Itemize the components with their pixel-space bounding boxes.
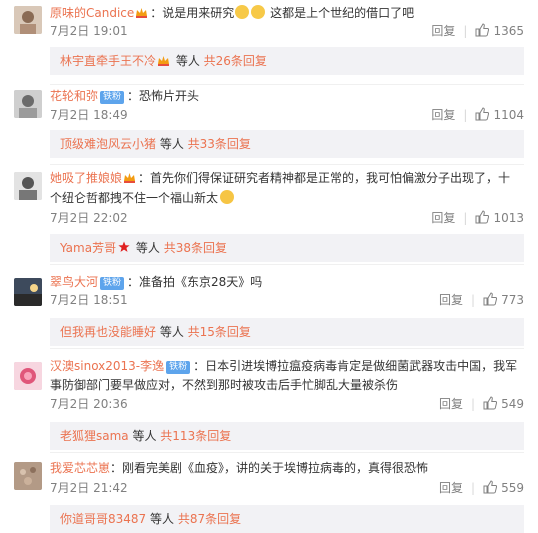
thumb-up-icon[interactable]: [483, 480, 498, 494]
avatar[interactable]: [14, 172, 42, 200]
avatar[interactable]: [14, 362, 42, 390]
thinking-emoji-icon: [220, 190, 235, 204]
reply-summary-text: 等人: [172, 54, 204, 68]
reply-count-link[interactable]: 共38条回复: [164, 241, 227, 255]
comment-text: ：准备拍《东京28天》吗: [127, 275, 263, 289]
username[interactable]: 汉澳sinox2013-李逸: [50, 359, 164, 373]
like-count: 1365: [493, 24, 524, 38]
like-count: 1013: [493, 211, 524, 225]
comment-text: ：首先你们得保证研究者精神都是正常的，我可怕偏激分子出现了，十: [138, 171, 511, 185]
reply-summary-text: 等人: [156, 137, 188, 151]
username[interactable]: 她吸了推娘娘: [50, 171, 122, 185]
like-count: 549: [501, 397, 524, 411]
reply-user[interactable]: 但我再也没能睡好: [60, 325, 156, 339]
fan-badge: 铁粉: [100, 91, 125, 104]
cat-emoji-icon: [235, 5, 250, 19]
comment-text: ：日本引进埃博拉瘟疫病毒肯定是做细菌武器攻击中国，我军: [193, 359, 518, 373]
comment-text-cont: 这都是上个世纪的借口了吧: [266, 6, 415, 20]
crown-icon: [124, 173, 136, 183]
reply-count-link[interactable]: 共26条回复: [204, 54, 267, 68]
avatar[interactable]: [14, 278, 42, 306]
reply-button[interactable]: 回复: [431, 211, 455, 225]
username[interactable]: 花轮和弥: [50, 89, 98, 103]
comment-time: 7月2日 19:01: [50, 24, 128, 38]
reply-summary[interactable]: 林宇直牵手王不冷 等人 共26条回复: [50, 47, 524, 75]
reply-summary-text: 等人: [156, 325, 188, 339]
comment-time: 7月2日 22:02: [50, 211, 128, 225]
comment-text-cont: 事防御部门要早做应对，不然到那时被攻击后手忙脚乱大量被杀伤: [50, 378, 399, 392]
comment-time: 7月2日 20:36: [50, 397, 128, 411]
reply-summary[interactable]: Yama芳哥 等人 共38条回复: [50, 234, 524, 262]
thumb-up-icon[interactable]: [483, 396, 498, 410]
reply-summary-text: 等人: [128, 429, 161, 443]
cat-emoji-icon: [251, 5, 266, 19]
reply-user[interactable]: 顶级难泡风云小猪: [60, 137, 156, 151]
reply-count-link[interactable]: 共87条回复: [178, 512, 241, 526]
reply-summary[interactable]: 但我再也没能睡好 等人 共15条回复: [50, 318, 524, 346]
avatar[interactable]: [14, 6, 42, 34]
reply-button[interactable]: 回复: [431, 24, 455, 38]
thumb-up-icon[interactable]: [475, 210, 490, 224]
divider: [50, 452, 524, 453]
fan-badge: 铁粉: [166, 361, 191, 374]
reply-summary-text: 等人: [132, 241, 164, 255]
comment-time: 7月2日 18:51: [50, 293, 128, 307]
divider: [50, 84, 524, 85]
reply-button[interactable]: 回复: [439, 481, 463, 495]
reply-count-link[interactable]: 共15条回复: [188, 325, 251, 339]
divider: [50, 348, 524, 349]
reply-user[interactable]: 林宇直牵手王不冷: [60, 54, 156, 68]
reply-summary[interactable]: 顶级难泡风云小猪 等人 共33条回复: [50, 130, 524, 158]
divider: [50, 264, 524, 265]
comment-time: 7月2日 21:42: [50, 481, 128, 495]
comment-text: ：说是用来研究: [150, 6, 235, 20]
reply-user[interactable]: Yama芳哥: [60, 241, 116, 255]
crown-icon: [136, 8, 148, 18]
avatar[interactable]: [14, 462, 42, 490]
reply-count-link[interactable]: 共113条回复: [160, 429, 231, 443]
reply-button[interactable]: 回复: [439, 293, 463, 307]
thumb-up-icon[interactable]: [483, 292, 498, 306]
comment-text-cont: 个纽仑哲都拽不住一个福山新太: [50, 191, 219, 205]
reply-user[interactable]: 老狐狸sama: [60, 429, 129, 443]
reply-button[interactable]: 回复: [439, 397, 463, 411]
username[interactable]: 原味的Candice: [50, 6, 134, 20]
reply-user[interactable]: 你道哥哥83487: [60, 512, 146, 526]
thumb-up-icon[interactable]: [475, 107, 490, 121]
comment-time: 7月2日 18:49: [50, 108, 128, 122]
like-count: 559: [501, 481, 524, 495]
red-star-icon: [118, 241, 130, 252]
reply-count-link[interactable]: 共33条回复: [188, 137, 251, 151]
divider: [50, 164, 524, 165]
crown-icon: [157, 48, 170, 66]
reply-summary-text: 等人: [146, 512, 178, 526]
username[interactable]: 翠鸟大河: [50, 275, 98, 289]
fan-badge: 铁粉: [100, 277, 125, 290]
comment-text: ：恐怖片开头: [127, 89, 200, 103]
reply-button[interactable]: 回复: [431, 108, 455, 122]
like-count: 773: [501, 293, 524, 307]
comment-text: ：刚看完美剧《血疫》，讲的关于埃博拉病毒的，真得很恐怖: [110, 461, 429, 475]
thumb-up-icon[interactable]: [475, 23, 490, 37]
avatar[interactable]: [14, 90, 42, 118]
username[interactable]: 我爱芯芯崽: [50, 461, 110, 475]
like-count: 1104: [493, 108, 524, 122]
reply-summary[interactable]: 老狐狸sama 等人 共113条回复: [50, 422, 524, 450]
